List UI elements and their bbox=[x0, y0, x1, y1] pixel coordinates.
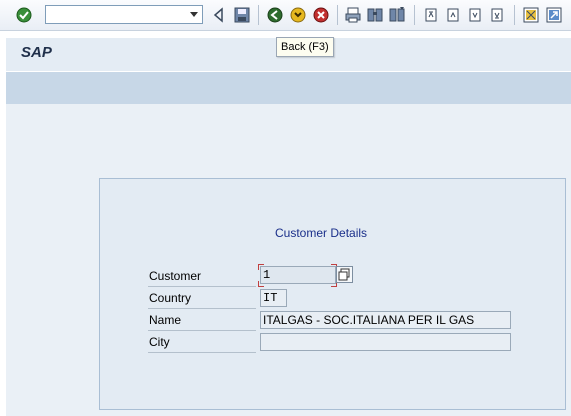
panel-title: Customer Details bbox=[275, 226, 368, 240]
country-label: Country bbox=[148, 289, 256, 309]
save-icon[interactable] bbox=[233, 6, 251, 24]
name-field: ITALGAS - SOC.ITALIANA PER IL GAS bbox=[260, 311, 511, 329]
chevron-down-icon[interactable] bbox=[186, 6, 202, 23]
value-help-button[interactable] bbox=[336, 266, 353, 283]
create-session-icon[interactable] bbox=[522, 6, 540, 24]
required-marker bbox=[258, 281, 264, 287]
next-page-icon[interactable] bbox=[466, 6, 484, 24]
toolbar-separator bbox=[414, 5, 415, 25]
city-label: City bbox=[148, 333, 256, 353]
last-page-icon[interactable] bbox=[488, 6, 506, 24]
back-tooltip: Back (F3) bbox=[276, 37, 334, 57]
page-title: SAP bbox=[21, 44, 52, 61]
system-toolbar bbox=[0, 0, 571, 31]
command-input[interactable] bbox=[47, 7, 191, 22]
toolbar-separator bbox=[258, 5, 259, 25]
country-field: IT bbox=[260, 289, 287, 307]
back-icon[interactable] bbox=[266, 6, 284, 24]
enter-check-icon[interactable] bbox=[15, 6, 33, 24]
shortcut-icon[interactable] bbox=[545, 6, 563, 24]
toolbar-separator bbox=[514, 5, 515, 25]
first-page-icon[interactable] bbox=[422, 6, 440, 24]
toolbar-separator bbox=[337, 5, 338, 25]
copy-icon bbox=[338, 268, 350, 281]
customer-label: Customer bbox=[148, 267, 256, 287]
print-icon[interactable] bbox=[344, 6, 362, 24]
exit-icon[interactable] bbox=[289, 6, 307, 24]
cancel-icon[interactable] bbox=[312, 6, 330, 24]
required-marker bbox=[258, 264, 264, 270]
back-triangle-icon[interactable] bbox=[210, 6, 228, 24]
application-toolbar bbox=[6, 72, 571, 104]
find-icon[interactable] bbox=[366, 6, 384, 24]
previous-page-icon[interactable] bbox=[444, 6, 462, 24]
customer-field[interactable]: 1 bbox=[260, 266, 336, 284]
command-field[interactable] bbox=[45, 5, 203, 24]
city-field bbox=[260, 333, 511, 351]
name-label: Name bbox=[148, 311, 256, 331]
find-next-icon[interactable] bbox=[388, 6, 406, 24]
